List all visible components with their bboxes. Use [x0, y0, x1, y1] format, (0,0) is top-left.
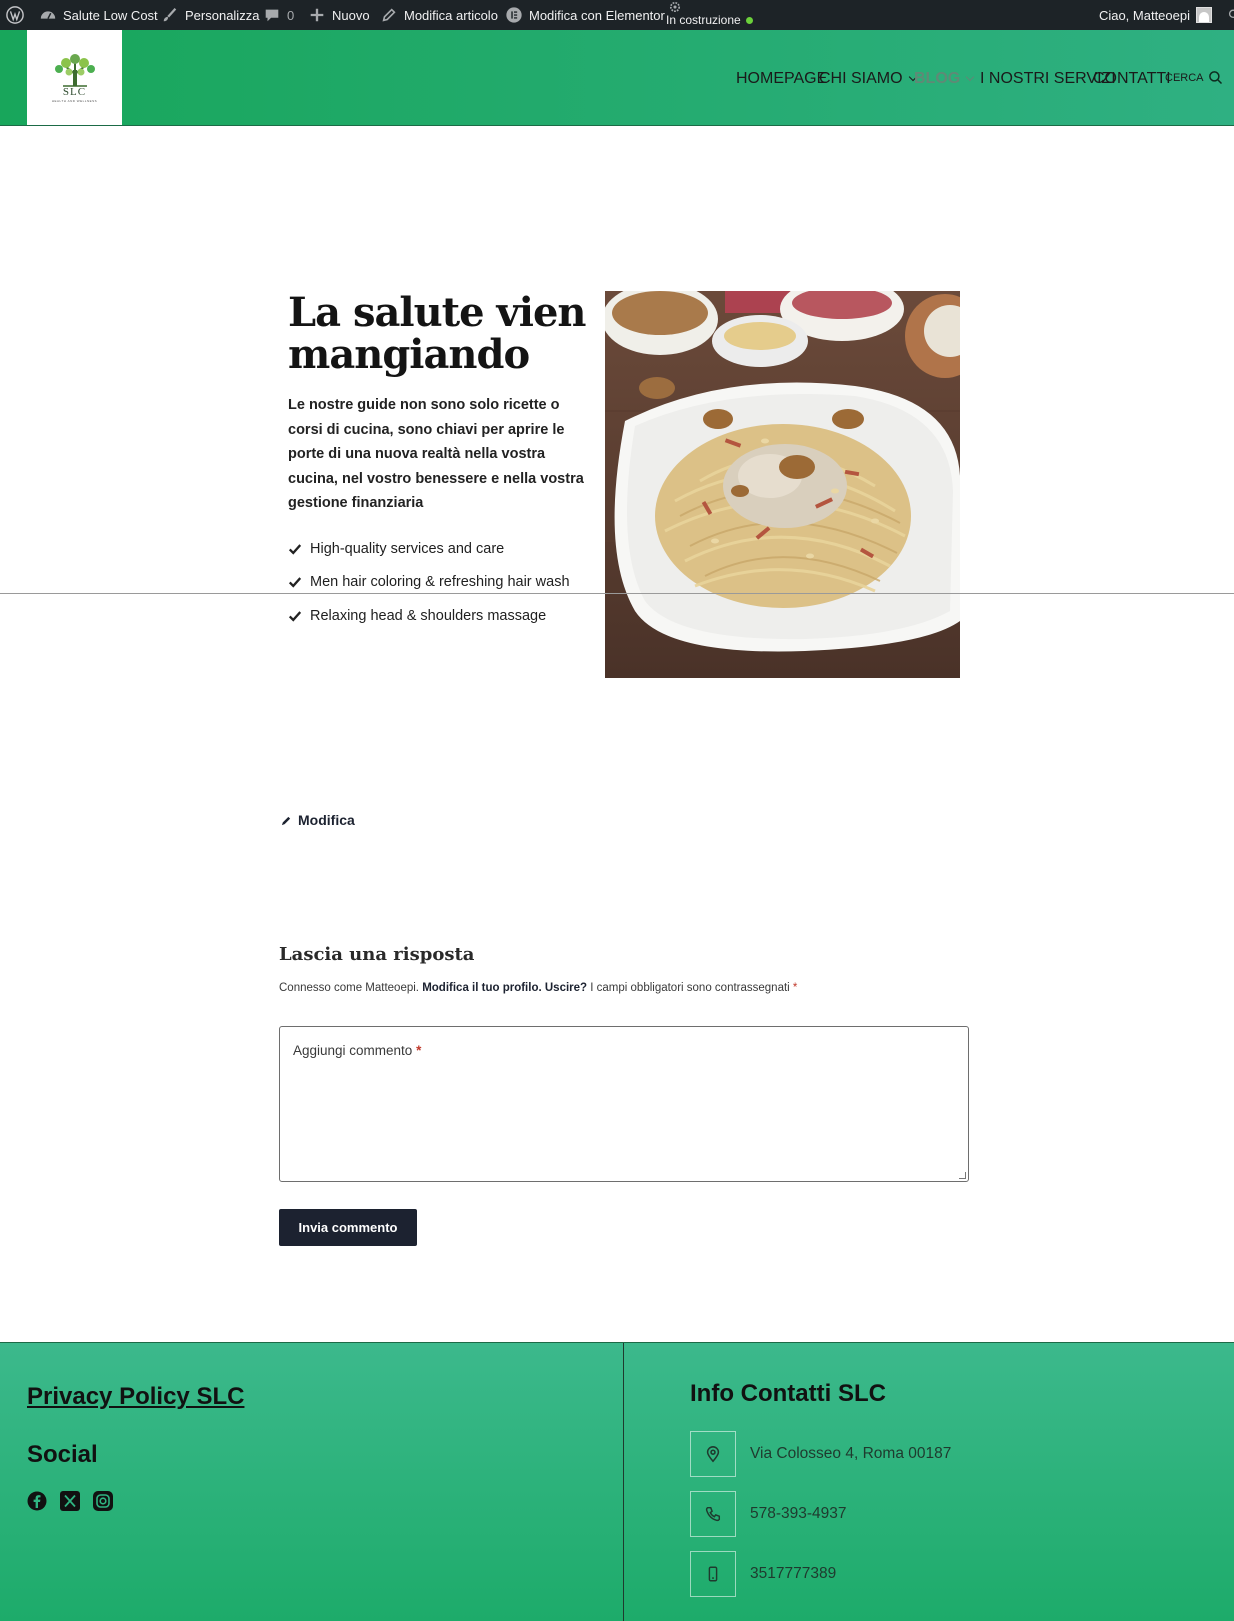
- x-icon[interactable]: [60, 1491, 80, 1511]
- comment-icon: [263, 6, 281, 24]
- wordpress-logo-button[interactable]: [6, 0, 24, 30]
- required-mark: *: [792, 982, 798, 994]
- pasta-dish-image: [605, 291, 960, 678]
- site-name-label: Salute Low Cost: [63, 7, 158, 23]
- resize-handle[interactable]: [959, 1172, 966, 1179]
- horizontal-divider: [0, 593, 1234, 594]
- nav-item-chi-siamo[interactable]: CHI SIAMO: [819, 70, 917, 88]
- site-name-menu[interactable]: Salute Low Cost: [39, 0, 158, 30]
- admin-search-button[interactable]: [1226, 0, 1234, 30]
- feature-text: Men hair coloring & refreshing hair wash: [310, 574, 570, 591]
- feature-text: High-quality services and care: [310, 540, 505, 557]
- edit-elementor-label: Modifica con Elementor: [529, 7, 665, 23]
- wp-admin-bar: Salute Low Cost Personalizza 0 Nuovo Mod…: [0, 0, 1234, 30]
- customize-button[interactable]: Personalizza: [161, 0, 259, 30]
- status-dot: [745, 16, 753, 24]
- facebook-icon[interactable]: [27, 1491, 47, 1511]
- edit-elementor-button[interactable]: Modifica con Elementor: [505, 0, 665, 30]
- nav-label: CHI SIAMO: [819, 70, 903, 87]
- required-note: I campi obbligatori sono contrassegnati: [590, 982, 790, 994]
- footer-divider: [623, 1343, 624, 1621]
- site-footer: Privacy Policy SLC Social Info Contatti …: [0, 1342, 1234, 1621]
- nav-item-contatti[interactable]: CONTATTI: [1093, 70, 1171, 88]
- comment-textarea[interactable]: Aggiungi commento *: [279, 1026, 969, 1182]
- comment-label: Aggiungi commento *: [293, 1043, 421, 1058]
- mobile-text[interactable]: 3517777389: [750, 1565, 836, 1583]
- logo-tree-icon: [54, 54, 95, 87]
- required-mark: *: [416, 1043, 422, 1058]
- phone-icon: [690, 1491, 736, 1537]
- comments-count: 0: [287, 7, 295, 23]
- pasta-illustration: [605, 291, 960, 678]
- contacts-heading: Info Contatti SLC: [690, 1380, 886, 1407]
- phone-text[interactable]: 578-393-4937: [750, 1505, 847, 1523]
- logout-link[interactable]: Uscire?: [545, 982, 587, 994]
- edit-post-button[interactable]: Modifica articolo: [380, 0, 498, 30]
- logo-subtext: HEALTH AND WELLNESS: [51, 99, 98, 103]
- new-content-label: Nuovo: [332, 7, 370, 23]
- nav-label: CONTATTI: [1093, 70, 1171, 87]
- list-item: High-quality services and care: [288, 532, 570, 566]
- edit-post-label: Modifica articolo: [404, 7, 498, 23]
- maintenance-status[interactable]: In costruzione: [666, 0, 753, 30]
- social-icons: [27, 1491, 113, 1511]
- wordpress-icon: [6, 6, 24, 24]
- address-text: Via Colosseo 4, Roma 00187: [750, 1445, 952, 1462]
- nav-item-homepage[interactable]: HOMEPAGE: [736, 70, 827, 88]
- contact-phone: 578-393-4937: [690, 1491, 847, 1537]
- nav-item-blog[interactable]: BLOG: [914, 70, 975, 88]
- edit-post-link[interactable]: Modifica: [281, 812, 355, 828]
- user-account-menu[interactable]: Ciao, Matteoepi: [1099, 0, 1212, 30]
- new-content-button[interactable]: Nuovo: [308, 0, 370, 30]
- list-item: Relaxing head & shoulders massage: [288, 599, 570, 633]
- pencil-icon: [380, 6, 398, 24]
- check-icon: [288, 577, 302, 588]
- chevron-down-icon: [965, 72, 975, 82]
- avatar: [1196, 7, 1212, 23]
- customize-label: Personalizza: [185, 7, 260, 23]
- comment-reply-title: Lascia una risposta: [279, 944, 475, 965]
- logged-in-prefix: Connesso come Matteoepi.: [279, 982, 419, 994]
- edit-profile-link[interactable]: Modifica il tuo profilo.: [422, 982, 541, 994]
- privacy-policy-link[interactable]: Privacy Policy SLC: [27, 1383, 244, 1411]
- instagram-icon[interactable]: [93, 1491, 113, 1511]
- check-icon: [288, 544, 302, 555]
- status-label: In costruzione: [666, 13, 741, 27]
- logged-in-as: Connesso come Matteoepi. Modifica il tuo…: [279, 982, 797, 994]
- status-wrap: In costruzione: [666, 14, 753, 26]
- user-greeting: Ciao, Matteoepi: [1098, 7, 1190, 23]
- nav-search-button[interactable]: CERCA: [1165, 70, 1223, 85]
- site-header: SLC HEALTH AND WELLNESS HOMEPAGE CHI SIA…: [0, 30, 1234, 126]
- social-heading: Social: [27, 1441, 98, 1468]
- brush-icon: [161, 6, 179, 24]
- mobile-phone-icon: [690, 1551, 736, 1597]
- comment-label-text: Aggiungi commento: [293, 1043, 413, 1058]
- nav-label: HOMEPAGE: [736, 70, 828, 87]
- check-icon: [288, 611, 302, 622]
- gear-icon: [668, 0, 682, 14]
- nav-label: CERCA: [1165, 71, 1204, 84]
- feature-text: Relaxing head & shoulders massage: [310, 607, 547, 624]
- logo-text: SLC: [62, 86, 87, 98]
- dashboard-icon: [39, 6, 57, 24]
- contact-mobile: 3517777389: [690, 1551, 836, 1597]
- map-pin-icon: [690, 1431, 736, 1477]
- elementor-icon: [505, 6, 523, 24]
- plus-icon: [308, 6, 326, 24]
- feature-list: High-quality services and care Men hair …: [288, 532, 570, 633]
- nav-label: BLOG: [914, 70, 961, 87]
- edit-link-label: Modifica: [298, 812, 355, 828]
- hero-lead: Le nostre guide non sono solo ricette o …: [288, 397, 584, 511]
- submit-comment-button[interactable]: Invia commento: [279, 1209, 417, 1246]
- site-logo[interactable]: SLC HEALTH AND WELLNESS: [27, 30, 122, 125]
- comments-button[interactable]: 0: [263, 0, 294, 30]
- contact-address: Via Colosseo 4, Roma 00187: [690, 1431, 951, 1477]
- search-icon: [1208, 71, 1222, 85]
- search-icon: [1226, 6, 1234, 24]
- hero-title: La salute vien mangiando: [288, 289, 587, 378]
- pencil-icon: [281, 816, 291, 825]
